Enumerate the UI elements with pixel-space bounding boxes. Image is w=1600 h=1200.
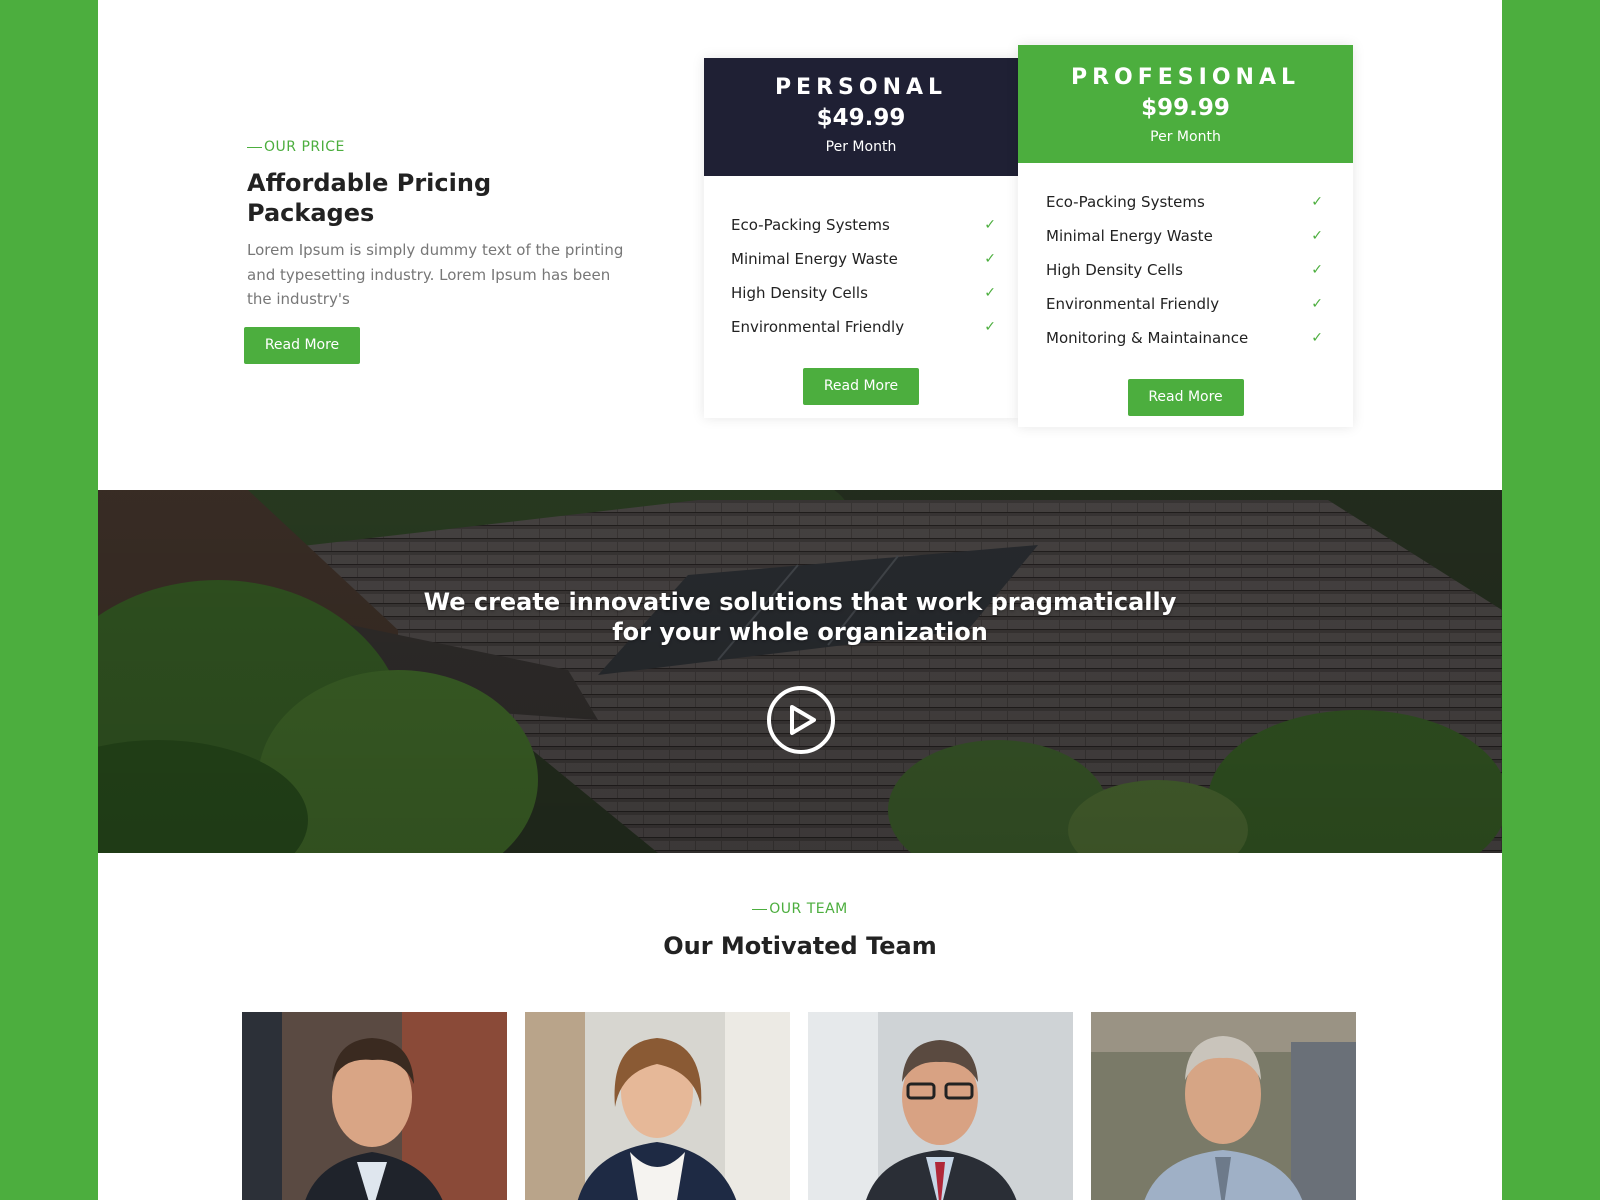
team-member-card[interactable] <box>1091 1012 1356 1200</box>
plan-period: Per Month <box>825 139 897 155</box>
plan-name: PERSONAL <box>774 75 948 100</box>
card-button-wrap: Read More <box>1018 379 1353 416</box>
pricing-eyebrow-label: OUR PRICE <box>264 139 345 155</box>
feature-item: Monitoring & Maintainance ✓ <box>1046 321 1323 355</box>
member-photo-2 <box>525 1012 790 1200</box>
check-icon: ✓ <box>1311 330 1323 346</box>
pricing-card-header: PERSONAL $49.99 Per Month <box>704 58 1018 176</box>
feature-item: Eco-Packing Systems ✓ <box>1046 185 1323 219</box>
feature-item: Environmental Friendly ✓ <box>731 310 996 344</box>
member-photo-1 <box>242 1012 507 1200</box>
check-icon: ✓ <box>984 251 996 267</box>
plan-period: Per Month <box>1150 129 1221 145</box>
feature-item: Minimal Energy Waste ✓ <box>1046 219 1323 253</box>
team-member-card[interactable] <box>525 1012 790 1200</box>
pricing-card-personal: PERSONAL $49.99 Per Month Eco-Packing Sy… <box>704 58 1018 418</box>
pricing-eyebrow: OUR PRICE <box>247 139 345 155</box>
feature-label: Environmental Friendly <box>1046 295 1220 313</box>
check-icon: ✓ <box>1311 296 1323 312</box>
check-icon: ✓ <box>984 217 996 233</box>
feature-label: Eco-Packing Systems <box>731 216 890 234</box>
plan-price: $99.99 <box>1141 95 1230 121</box>
check-icon: ✓ <box>1311 262 1323 278</box>
feature-list: Eco-Packing Systems ✓ Minimal Energy Wast… <box>704 176 1018 344</box>
pricing-description: Lorem Ipsum is simply dummy text of the … <box>247 241 624 308</box>
banner-heading-line1: We create innovative solutions that work… <box>423 588 1177 616</box>
personal-read-more-button[interactable]: Read More <box>803 368 919 405</box>
feature-item: High Density Cells ✓ <box>1046 253 1323 287</box>
feature-label: Environmental Friendly <box>731 318 905 336</box>
professional-read-more-button[interactable]: Read More <box>1127 379 1244 416</box>
eyebrow-dash <box>247 146 262 148</box>
member-photo-3 <box>808 1012 1073 1200</box>
plan-price: $49.99 <box>816 105 906 131</box>
banner-heading: We create innovative solutions that work… <box>98 587 1502 647</box>
check-icon: ✓ <box>984 319 996 335</box>
play-icon <box>790 705 816 735</box>
team-member-card[interactable] <box>808 1012 1073 1200</box>
banner-heading-line2: for your whole organization <box>612 618 988 646</box>
feature-item: High Density Cells ✓ <box>731 276 996 310</box>
video-banner: We create innovative solutions that work… <box>98 490 1502 853</box>
team-eyebrow-label: OUR TEAM <box>769 901 848 917</box>
check-icon: ✓ <box>1311 228 1323 244</box>
roof-background-image <box>98 490 1502 853</box>
feature-label: Monitoring & Maintainance <box>1046 329 1249 347</box>
feature-item: Eco-Packing Systems ✓ <box>731 208 996 242</box>
feature-label: High Density Cells <box>731 284 868 302</box>
team-title: Our Motivated Team <box>663 932 937 960</box>
team-member-card[interactable] <box>242 1012 507 1200</box>
feature-item: Environmental Friendly ✓ <box>1046 287 1323 321</box>
team-grid <box>242 1012 1356 1200</box>
feature-label: Minimal Energy Waste <box>731 250 898 268</box>
pricing-title: Affordable Pricing Packages <box>247 169 492 227</box>
check-icon: ✓ <box>984 285 996 301</box>
feature-label: Minimal Energy Waste <box>1046 227 1213 245</box>
feature-item: Minimal Energy Waste ✓ <box>731 242 996 276</box>
feature-list: Eco-Packing Systems ✓ Minimal Energy Wast… <box>1018 163 1353 355</box>
play-video-button[interactable] <box>767 686 835 754</box>
feature-label: Eco-Packing Systems <box>1046 193 1205 211</box>
page-canvas: OUR PRICE Affordable Pricing Packages Lo… <box>98 0 1502 1200</box>
eyebrow-dash <box>752 908 768 910</box>
team-eyebrow: OUR TEAM <box>98 901 1502 917</box>
pricing-card-header: PROFESIONAL $99.99 Per Month <box>1018 45 1353 163</box>
plan-name: PROFESIONAL <box>1070 65 1300 90</box>
card-button-wrap: Read More <box>704 368 1018 405</box>
pricing-card-professional: PROFESIONAL $99.99 Per Month Eco-Packing… <box>1018 45 1353 427</box>
check-icon: ✓ <box>1311 194 1323 210</box>
member-photo-4 <box>1091 1012 1356 1200</box>
pricing-read-more-button[interactable]: Read More <box>244 327 360 364</box>
feature-label: High Density Cells <box>1046 261 1183 279</box>
